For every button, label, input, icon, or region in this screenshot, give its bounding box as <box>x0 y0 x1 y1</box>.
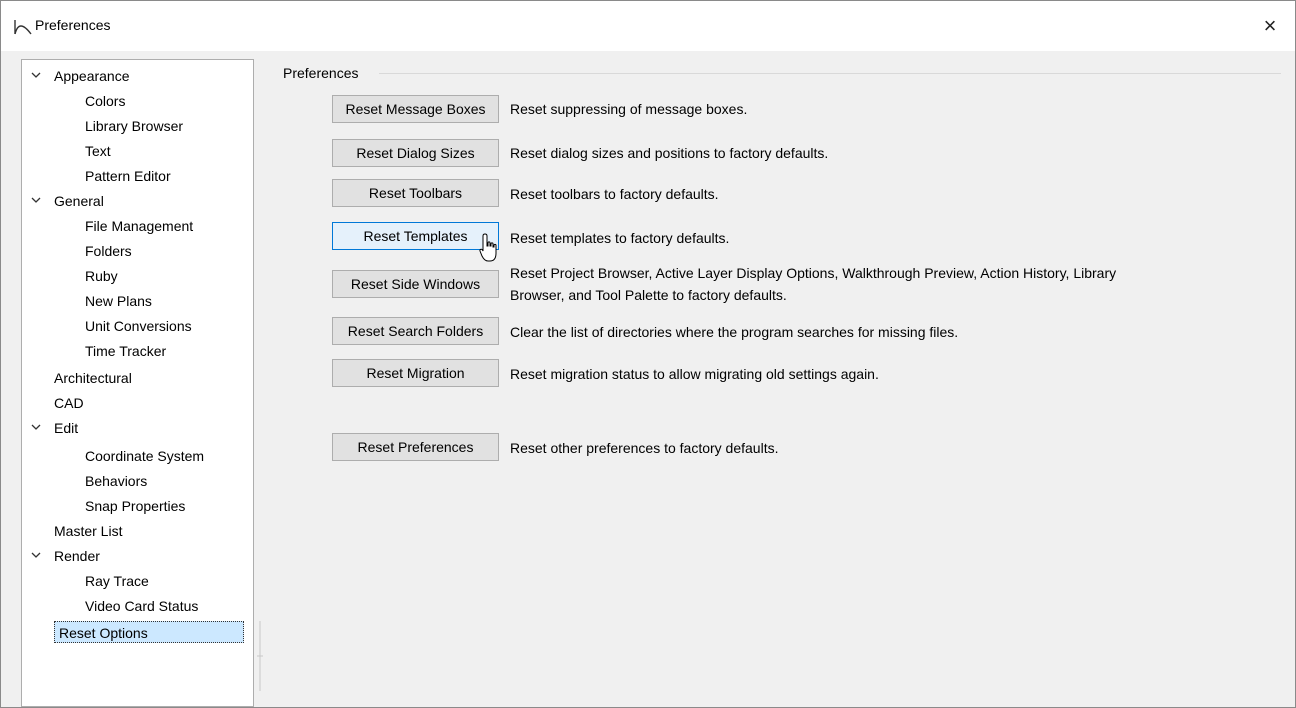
tree-item-time-tracker[interactable]: Time Tracker <box>85 339 166 363</box>
reset-message-boxes-button[interactable]: Reset Message Boxes <box>332 95 499 123</box>
tree-item-architectural[interactable]: Architectural <box>54 366 132 390</box>
chevron-down-icon[interactable] <box>31 70 41 80</box>
group-label-preferences: Preferences <box>283 65 359 81</box>
reset-migration-button[interactable]: Reset Migration <box>332 359 499 387</box>
chevron-down-icon[interactable] <box>31 195 41 205</box>
group-divider <box>379 73 1281 74</box>
tree-item-coordinate-system[interactable]: Coordinate System <box>85 444 204 468</box>
window-title: Preferences <box>35 17 111 33</box>
tree-item-behaviors[interactable]: Behaviors <box>85 469 147 493</box>
reset-dialog-sizes-button[interactable]: Reset Dialog Sizes <box>332 139 499 167</box>
tree-item-ray-trace[interactable]: Ray Trace <box>85 569 149 593</box>
preferences-dialog: Preferences × Appearance Colors Library … <box>0 0 1296 708</box>
close-button[interactable]: × <box>1255 11 1285 41</box>
tree-item-folders[interactable]: Folders <box>85 239 132 263</box>
reset-templates-button[interactable]: Reset Templates <box>332 222 499 250</box>
reset-preferences-button[interactable]: Reset Preferences <box>332 433 499 461</box>
tree-item-text[interactable]: Text <box>85 139 111 163</box>
tree-item-cad[interactable]: CAD <box>54 391 84 415</box>
hand-pointer-icon <box>479 233 497 262</box>
tree-item-video-card-status[interactable]: Video Card Status <box>85 594 198 618</box>
reset-search-folders-description: Clear the list of directories where the … <box>510 324 959 340</box>
chevron-down-icon[interactable] <box>31 550 41 560</box>
tree-item-snap-properties[interactable]: Snap Properties <box>85 494 185 518</box>
app-arc-icon <box>14 20 32 35</box>
tree-item-reset-options[interactable]: Reset Options <box>54 621 244 643</box>
reset-preferences-description: Reset other preferences to factory defau… <box>510 440 779 456</box>
tree-item-library-browser[interactable]: Library Browser <box>85 114 183 138</box>
tree-item-new-plans[interactable]: New Plans <box>85 289 152 313</box>
splitter-handle[interactable] <box>257 621 263 691</box>
reset-templates-description: Reset templates to factory defaults. <box>510 230 730 246</box>
close-icon: × <box>1263 13 1277 38</box>
reset-side-windows-button[interactable]: Reset Side Windows <box>332 270 499 298</box>
category-tree[interactable]: Appearance Colors Library Browser Text P… <box>21 59 254 707</box>
tree-item-ruby[interactable]: Ruby <box>85 264 118 288</box>
reset-migration-description: Reset migration status to allow migratin… <box>510 366 879 382</box>
tree-item-pattern-editor[interactable]: Pattern Editor <box>85 164 171 188</box>
reset-dialog-sizes-description: Reset dialog sizes and positions to fact… <box>510 145 829 161</box>
reset-side-windows-description-line2: Browser, and Tool Palette to factory def… <box>510 287 787 303</box>
tree-item-unit-conversions[interactable]: Unit Conversions <box>85 314 192 338</box>
reset-search-folders-button[interactable]: Reset Search Folders <box>332 317 499 345</box>
tree-item-render[interactable]: Render <box>54 544 100 568</box>
tree-item-appearance[interactable]: Appearance <box>54 64 130 88</box>
tree-item-file-management[interactable]: File Management <box>85 214 193 238</box>
title-bar: Preferences × <box>1 1 1295 51</box>
chevron-down-icon[interactable] <box>31 422 41 432</box>
tree-item-general[interactable]: General <box>54 189 104 213</box>
reset-side-windows-description-line1: Reset Project Browser, Active Layer Disp… <box>510 265 1117 281</box>
reset-toolbars-description: Reset toolbars to factory defaults. <box>510 186 719 202</box>
reset-toolbars-button[interactable]: Reset Toolbars <box>332 179 499 207</box>
reset-message-boxes-description: Reset suppressing of message boxes. <box>510 101 748 117</box>
tree-item-colors[interactable]: Colors <box>85 89 125 113</box>
tree-item-edit[interactable]: Edit <box>54 416 78 440</box>
tree-item-master-list[interactable]: Master List <box>54 519 122 543</box>
